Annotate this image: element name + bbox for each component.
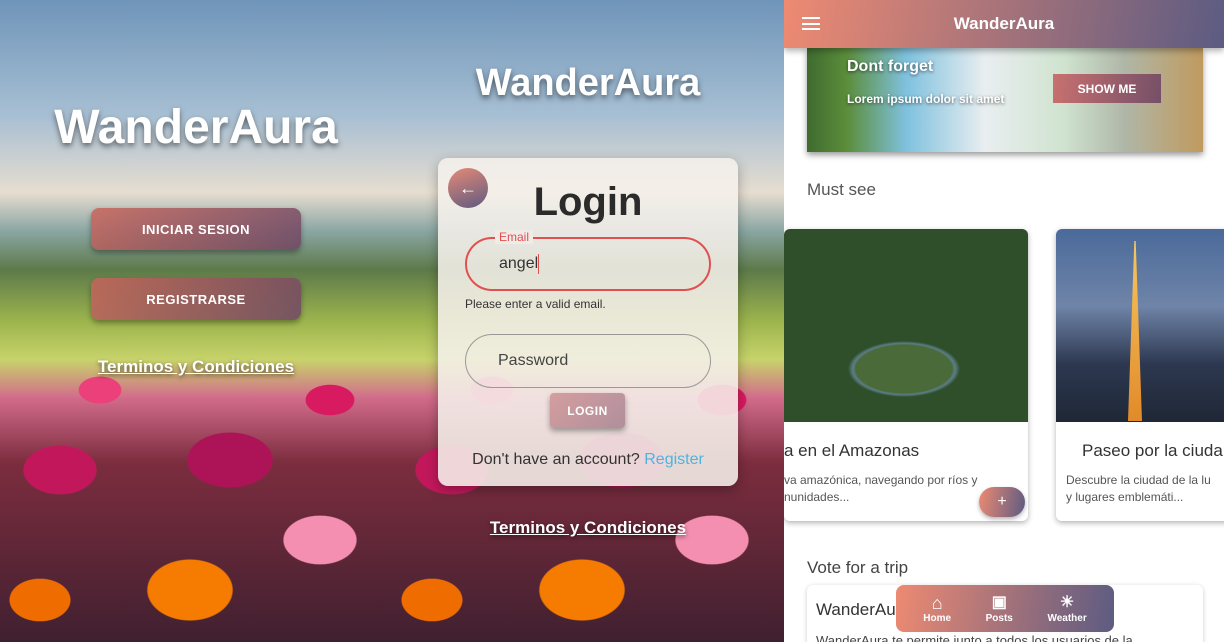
trip-card[interactable]: Paseo por la ciuda Descubre la ciudad de… — [1056, 229, 1224, 521]
home-icon: ⌂ — [931, 593, 943, 613]
trip-title: Paseo por la ciuda — [1082, 441, 1223, 460]
app-title: WanderAura — [54, 101, 338, 154]
bottom-nav: ⌂ Home ▣ Posts ☀ Weather — [896, 585, 1114, 632]
email-label: Email — [495, 230, 534, 244]
paris-image — [1056, 229, 1224, 422]
banner-title: Dont forget — [847, 58, 934, 75]
app-title: WanderAura — [475, 62, 701, 104]
home-screen: WanderAura Dont forget Lorem ipsum dolor… — [784, 0, 1224, 642]
login-card: ← Login Email angel Please enter a valid… — [438, 158, 738, 486]
header-title: WanderAura — [953, 14, 1055, 33]
vote-card-text: WanderAura te permite junto a todos los … — [816, 633, 1133, 642]
register-prompt: Don't have an account? Register — [438, 451, 738, 469]
sun-icon: ☀ — [1059, 594, 1075, 611]
register-link[interactable]: Register — [644, 451, 704, 468]
login-screen: WanderAura ← Login Email angel Please en… — [392, 0, 784, 642]
register-button[interactable]: REGISTRARSE — [91, 278, 301, 320]
trip-description: va amazónica, navegando por ríos y nunida… — [784, 473, 978, 504]
show-me-button[interactable]: SHOW ME — [1053, 74, 1161, 103]
eiffel-tower — [1128, 241, 1142, 421]
amazon-image — [784, 229, 1028, 422]
email-field[interactable]: Email angel — [465, 230, 711, 291]
trip-card[interactable]: a en el Amazonas va amazónica, navegando… — [784, 229, 1028, 521]
vote-heading: Vote for a trip — [807, 558, 909, 577]
no-account-text: Don't have an account? — [472, 451, 640, 468]
app-header: WanderAura — [784, 0, 1224, 48]
add-button[interactable]: + — [979, 487, 1025, 517]
email-error: Please enter a valid email. — [465, 297, 606, 311]
nav-weather[interactable]: ☀ Weather — [1047, 593, 1086, 624]
terms-link[interactable]: Terminos y Condiciones — [392, 518, 784, 538]
banner: Dont forget Lorem ipsum dolor sit amet S… — [807, 48, 1203, 152]
nav-posts[interactable]: ▣ Posts — [986, 593, 1013, 624]
trip-description: Descubre la ciudad de la lu y lugares emb… — [1066, 473, 1211, 504]
email-value: angel — [499, 255, 539, 272]
terms-link[interactable]: Terminos y Condiciones — [0, 357, 392, 377]
text-cursor — [538, 254, 540, 274]
login-submit-button[interactable]: LOGIN — [550, 393, 625, 428]
nav-home[interactable]: ⌂ Home — [923, 593, 951, 624]
password-field[interactable]: Password — [465, 334, 711, 388]
menu-icon[interactable] — [802, 17, 820, 30]
login-heading: Login — [533, 180, 643, 224]
trip-title: a en el Amazonas — [784, 441, 920, 460]
must-see-heading: Must see — [807, 180, 876, 199]
welcome-screen: WanderAura INICIAR SESION REGISTRARSE Te… — [0, 0, 392, 642]
login-button[interactable]: INICIAR SESION — [91, 208, 301, 250]
image-icon: ▣ — [991, 594, 1007, 611]
banner-subtitle: Lorem ipsum dolor sit amet — [847, 92, 1005, 106]
